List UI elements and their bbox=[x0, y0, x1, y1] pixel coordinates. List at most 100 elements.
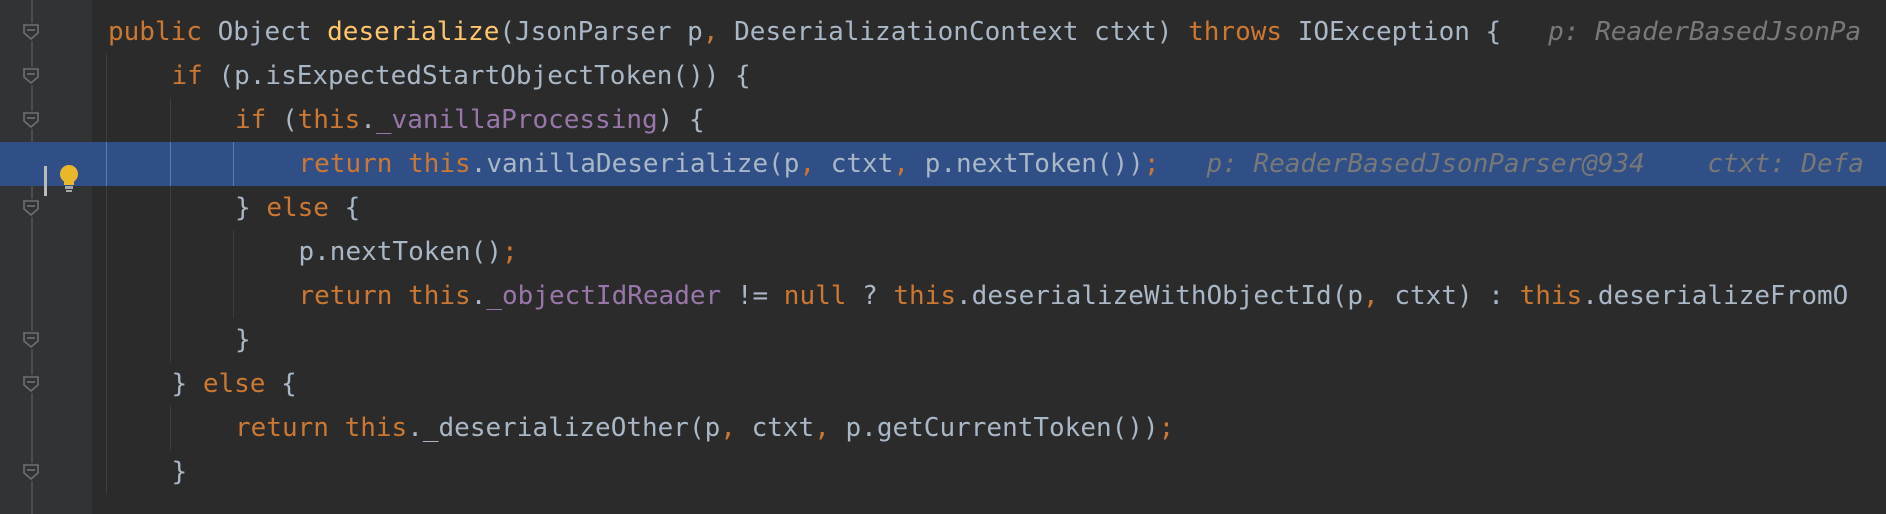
code-token: ) { bbox=[657, 105, 705, 135]
fold-marker-icon[interactable] bbox=[22, 23, 40, 41]
code-token: } bbox=[171, 457, 188, 487]
code-token: throws bbox=[1188, 17, 1298, 47]
indent-guide bbox=[106, 230, 107, 274]
code-line[interactable]: if (p.isExpectedStartObjectToken()) { bbox=[0, 54, 1886, 98]
code-token: , bbox=[720, 413, 752, 443]
code-token: ( bbox=[281, 105, 298, 135]
code-line[interactable]: return this._deserializeOther(p, ctxt, p… bbox=[0, 406, 1886, 450]
code-token: .vanillaDeserialize(p bbox=[470, 149, 800, 179]
code-line[interactable]: return this._objectIdReader != null ? th… bbox=[0, 274, 1886, 318]
code-token: this bbox=[893, 281, 957, 311]
indent-guide bbox=[106, 186, 107, 230]
code-token: DeserializationContext ctxt) bbox=[734, 17, 1189, 47]
code-text: if (p.isExpectedStartObjectToken()) { bbox=[172, 54, 751, 98]
code-token: this bbox=[1519, 281, 1583, 311]
indent-guide bbox=[233, 142, 234, 186]
execution-line-marker bbox=[44, 166, 47, 196]
code-token: p.getCurrentToken()) bbox=[845, 413, 1159, 443]
code-token: public bbox=[108, 17, 218, 47]
code-text: return this._objectIdReader != null ? th… bbox=[299, 274, 1849, 318]
code-token: Object bbox=[217, 17, 328, 47]
code-token: ? bbox=[846, 281, 894, 311]
fold-marker-icon[interactable] bbox=[22, 199, 40, 217]
code-token: IOException { bbox=[1297, 17, 1502, 47]
code-token: , bbox=[702, 17, 735, 47]
code-token: ._deserializeOther(p bbox=[407, 413, 721, 443]
indent-guide bbox=[106, 450, 107, 494]
code-token: ctxt bbox=[751, 413, 815, 443]
code-token: return bbox=[235, 413, 345, 443]
code-token: deserialize bbox=[327, 17, 500, 47]
code-token: return bbox=[298, 149, 409, 179]
indent-guide bbox=[169, 406, 171, 450]
code-token: else bbox=[266, 193, 345, 223]
fold-marker-icon[interactable] bbox=[22, 331, 40, 349]
code-token: != bbox=[721, 281, 784, 311]
indent-guide bbox=[169, 230, 171, 274]
code-text: p.nextToken(); bbox=[299, 230, 518, 274]
code-token: if bbox=[171, 61, 219, 91]
inline-debug-hint: p: ReaderBasedJsonPa bbox=[1501, 17, 1862, 47]
indent-guide bbox=[169, 142, 171, 186]
code-token: { bbox=[344, 193, 361, 223]
code-editor[interactable]: public Object deserialize(JsonParser p, … bbox=[0, 0, 1886, 514]
code-token: this bbox=[408, 149, 471, 179]
code-text: public Object deserialize(JsonParser p, … bbox=[108, 10, 1861, 54]
code-token: { bbox=[281, 369, 297, 399]
indent-guide bbox=[169, 98, 171, 142]
indent-guide bbox=[233, 274, 234, 318]
code-token: (JsonParser p bbox=[499, 17, 703, 47]
code-token: this bbox=[344, 413, 408, 443]
highlighted-code-line[interactable]: return this.vanillaDeserialize(p, ctxt, … bbox=[0, 142, 1886, 186]
code-text: } else { bbox=[172, 362, 297, 406]
indent-guide bbox=[106, 54, 107, 98]
code-token: . bbox=[360, 105, 376, 135]
code-line[interactable]: p.nextToken(); bbox=[0, 230, 1886, 274]
fold-marker-icon[interactable] bbox=[22, 111, 40, 129]
code-line[interactable]: public Object deserialize(JsonParser p, … bbox=[0, 10, 1886, 54]
code-token: .deserializeWithObjectId(p bbox=[956, 281, 1364, 311]
code-token: this bbox=[297, 105, 361, 135]
indent-guide bbox=[233, 230, 234, 274]
code-token: . bbox=[470, 281, 487, 311]
fold-marker-icon[interactable] bbox=[22, 67, 40, 85]
code-token: else bbox=[202, 369, 282, 399]
code-token: , bbox=[893, 149, 925, 179]
code-line[interactable]: if (this._vanillaProcessing) { bbox=[0, 98, 1886, 142]
fold-marker-icon[interactable] bbox=[22, 463, 40, 481]
lightbulb-icon[interactable] bbox=[58, 164, 80, 201]
code-token: ; bbox=[1143, 149, 1160, 179]
code-text: if (this._vanillaProcessing) { bbox=[235, 98, 705, 142]
code-token: } bbox=[171, 369, 203, 399]
code-token: (p.isExpectedStartObjectToken()) { bbox=[218, 61, 751, 91]
code-token: p.nextToken() bbox=[298, 237, 503, 267]
code-line[interactable]: } else { bbox=[0, 362, 1886, 406]
indent-guide bbox=[169, 318, 171, 362]
fold-marker-icon[interactable] bbox=[22, 375, 40, 393]
code-line[interactable]: } else { bbox=[0, 186, 1886, 230]
code-token: ctxt) : bbox=[1394, 281, 1520, 311]
code-token: p.nextToken()) bbox=[924, 149, 1144, 179]
code-token: if bbox=[235, 105, 282, 135]
indent-guide bbox=[106, 362, 107, 406]
indent-guide bbox=[106, 318, 107, 362]
code-token: return bbox=[298, 281, 409, 311]
code-token: } bbox=[235, 325, 251, 355]
code-token: ; bbox=[1158, 413, 1175, 443]
code-line[interactable]: } bbox=[0, 450, 1886, 494]
indent-guide bbox=[169, 274, 171, 318]
code-text: } bbox=[235, 318, 251, 362]
code-token: , bbox=[799, 149, 831, 179]
code-token: , bbox=[814, 413, 846, 443]
indent-guide bbox=[106, 406, 107, 450]
code-line[interactable]: } bbox=[0, 318, 1886, 362]
code-token: ctxt bbox=[830, 149, 894, 179]
code-token: _vanillaProcessing bbox=[375, 105, 658, 135]
code-text: } else { bbox=[235, 186, 360, 230]
code-text: } bbox=[172, 450, 188, 494]
code-token: null bbox=[783, 281, 847, 311]
code-token: } bbox=[235, 193, 267, 223]
code-text: return this._deserializeOther(p, ctxt, p… bbox=[235, 406, 1174, 450]
indent-guide bbox=[106, 98, 107, 142]
code-token: _objectIdReader bbox=[486, 281, 722, 311]
